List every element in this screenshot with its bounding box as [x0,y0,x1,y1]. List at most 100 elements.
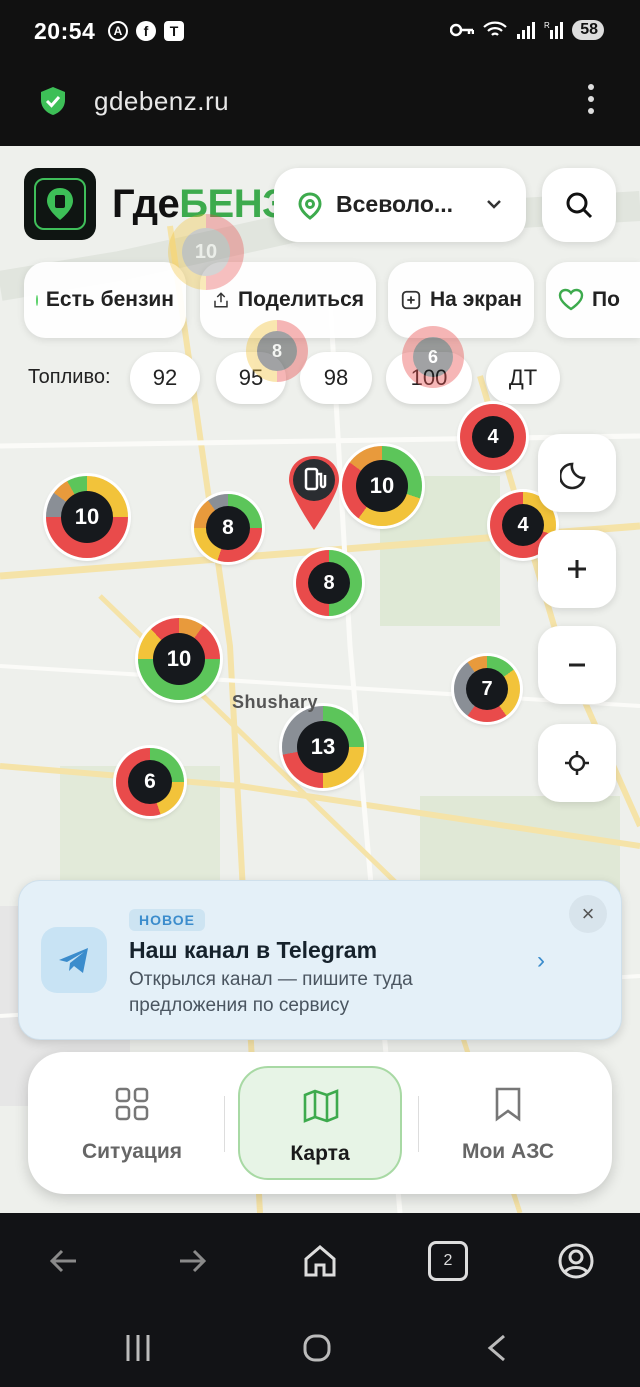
moon-icon [560,462,586,490]
tab-divider [418,1096,419,1152]
chevron-down-icon [487,200,501,209]
add-to-homescreen-chip[interactable]: На экран [388,262,534,338]
fuel-pump-marker-icon [289,456,339,530]
dark-mode-button[interactable] [538,434,616,512]
station-cluster[interactable]: 7 [454,656,520,722]
browser-nav-bar: 2 [0,1213,640,1309]
promo-title: Наш канал в Telegram [129,937,378,963]
tab-label: Карта [290,1142,350,1165]
cluster-count: 7 [466,668,508,710]
station-cluster[interactable]: 10 [46,476,128,558]
telegram-icon [41,927,107,993]
add-square-icon [401,290,421,310]
filter-has-fuel-chip[interactable]: Есть бензин [24,262,186,338]
home-button-icon[interactable] [302,1333,332,1363]
cluster-count: 8 [257,331,297,371]
tab-label: Ситуация [81,1140,183,1163]
station-cluster[interactable]: 6 [402,326,464,388]
cluster-count: 8 [308,562,350,604]
station-cluster[interactable]: 4 [460,404,526,470]
secure-shield-icon[interactable] [40,86,66,116]
forward-arrow-icon[interactable] [172,1241,212,1281]
station-cluster[interactable]: 8 [296,550,362,616]
locate-me-button[interactable] [538,724,616,802]
chip-label: Поделиться [237,288,364,311]
region-name: Всеволо... [336,191,454,217]
chip-label: Есть бензин [45,288,174,311]
system-nav-bar [0,1309,640,1387]
station-cluster[interactable]: 8 [246,320,308,382]
station-cluster[interactable]: 13 [282,706,364,788]
map-icon [303,1089,339,1123]
chip-label: На экран [430,288,522,311]
fuel-98-button[interactable]: 98 [300,352,372,404]
new-badge: НОВОЕ [129,909,205,931]
brand-prefix: Где [112,182,180,226]
browser-menu-icon[interactable] [586,84,596,116]
fuel-label: Топливо: [28,366,111,388]
home-icon[interactable] [300,1241,340,1281]
cluster-count: 10 [356,460,408,512]
cluster-count: 6 [128,760,172,804]
back-button-icon[interactable] [484,1333,510,1363]
cluster-count: 8 [206,506,250,550]
station-cluster[interactable]: 6 [116,748,184,816]
status-right: R 58 [450,20,604,40]
cluster-count: 4 [472,416,514,458]
fuel-92-button[interactable]: 92 [130,352,200,404]
cluster-count: 10 [182,228,230,276]
cluster-count: 10 [61,491,113,543]
tab-map[interactable]: Карта [238,1066,402,1180]
anarchy-icon: A [108,21,128,41]
back-arrow-icon[interactable] [44,1241,84,1281]
battery-indicator: 58 [572,20,604,40]
station-cluster[interactable]: 8 [194,494,262,562]
cluster-count: 4 [502,504,544,546]
tab-my-stations[interactable]: Мои АЗС [420,1066,596,1180]
tab-count: 2 [443,1252,453,1269]
bottom-tab-bar: Ситуация Карта Мои АЗС [28,1052,612,1194]
region-selector[interactable]: Всеволо... [274,168,526,242]
grid-icon [115,1087,149,1121]
plus-icon [568,560,586,578]
browser-url-bar: gdebenz.ru [0,66,640,146]
cluster-count: 6 [413,337,453,377]
station-cluster[interactable]: 10 [342,446,422,526]
tab-label: Мои АЗС [461,1140,555,1163]
chip-label: По [592,288,620,311]
minus-icon [569,663,585,667]
url-text[interactable]: gdebenz.ru [94,86,229,117]
promo-description: Открылся канал — пишите туда предложения… [129,969,413,1016]
facebook-icon: f [136,21,156,41]
station-cluster[interactable]: 10 [168,214,244,290]
signal-icon [517,22,536,39]
bookmark-icon [495,1087,521,1122]
close-icon[interactable]: × [569,895,607,933]
share-icon [214,292,228,308]
app-logo[interactable] [24,168,96,240]
search-icon [566,192,593,219]
tutu-icon: T [164,21,184,41]
station-cluster[interactable]: 10 [138,618,220,700]
status-dot-icon [36,294,38,306]
telegram-promo-card[interactable]: НОВОЕ Наш канал в Telegram Открылся кана… [18,880,622,1040]
status-bar: 20:54 A f T R 58 [0,0,640,66]
profile-icon[interactable] [556,1241,596,1281]
signal-r-icon: R [544,21,564,39]
zoom-in-button[interactable] [538,530,616,608]
tab-switcher-button[interactable]: 2 [428,1241,468,1281]
key-icon [450,23,475,37]
fuel-pin-logo-icon [34,178,86,230]
fuel-diesel-button[interactable]: ДТ [486,352,560,404]
cluster-count: 10 [153,633,205,685]
search-button[interactable] [542,168,616,242]
selected-station-marker[interactable] [285,452,343,532]
recent-apps-icon[interactable] [124,1333,152,1363]
chevron-right-icon[interactable]: › [537,947,545,975]
favorites-chip[interactable]: По [546,262,640,338]
location-pin-icon [298,192,322,220]
zoom-out-button[interactable] [538,626,616,704]
notification-icons: A f T [108,21,184,41]
tab-situation[interactable]: Ситуация [42,1066,222,1180]
svg-text:R: R [544,21,550,30]
